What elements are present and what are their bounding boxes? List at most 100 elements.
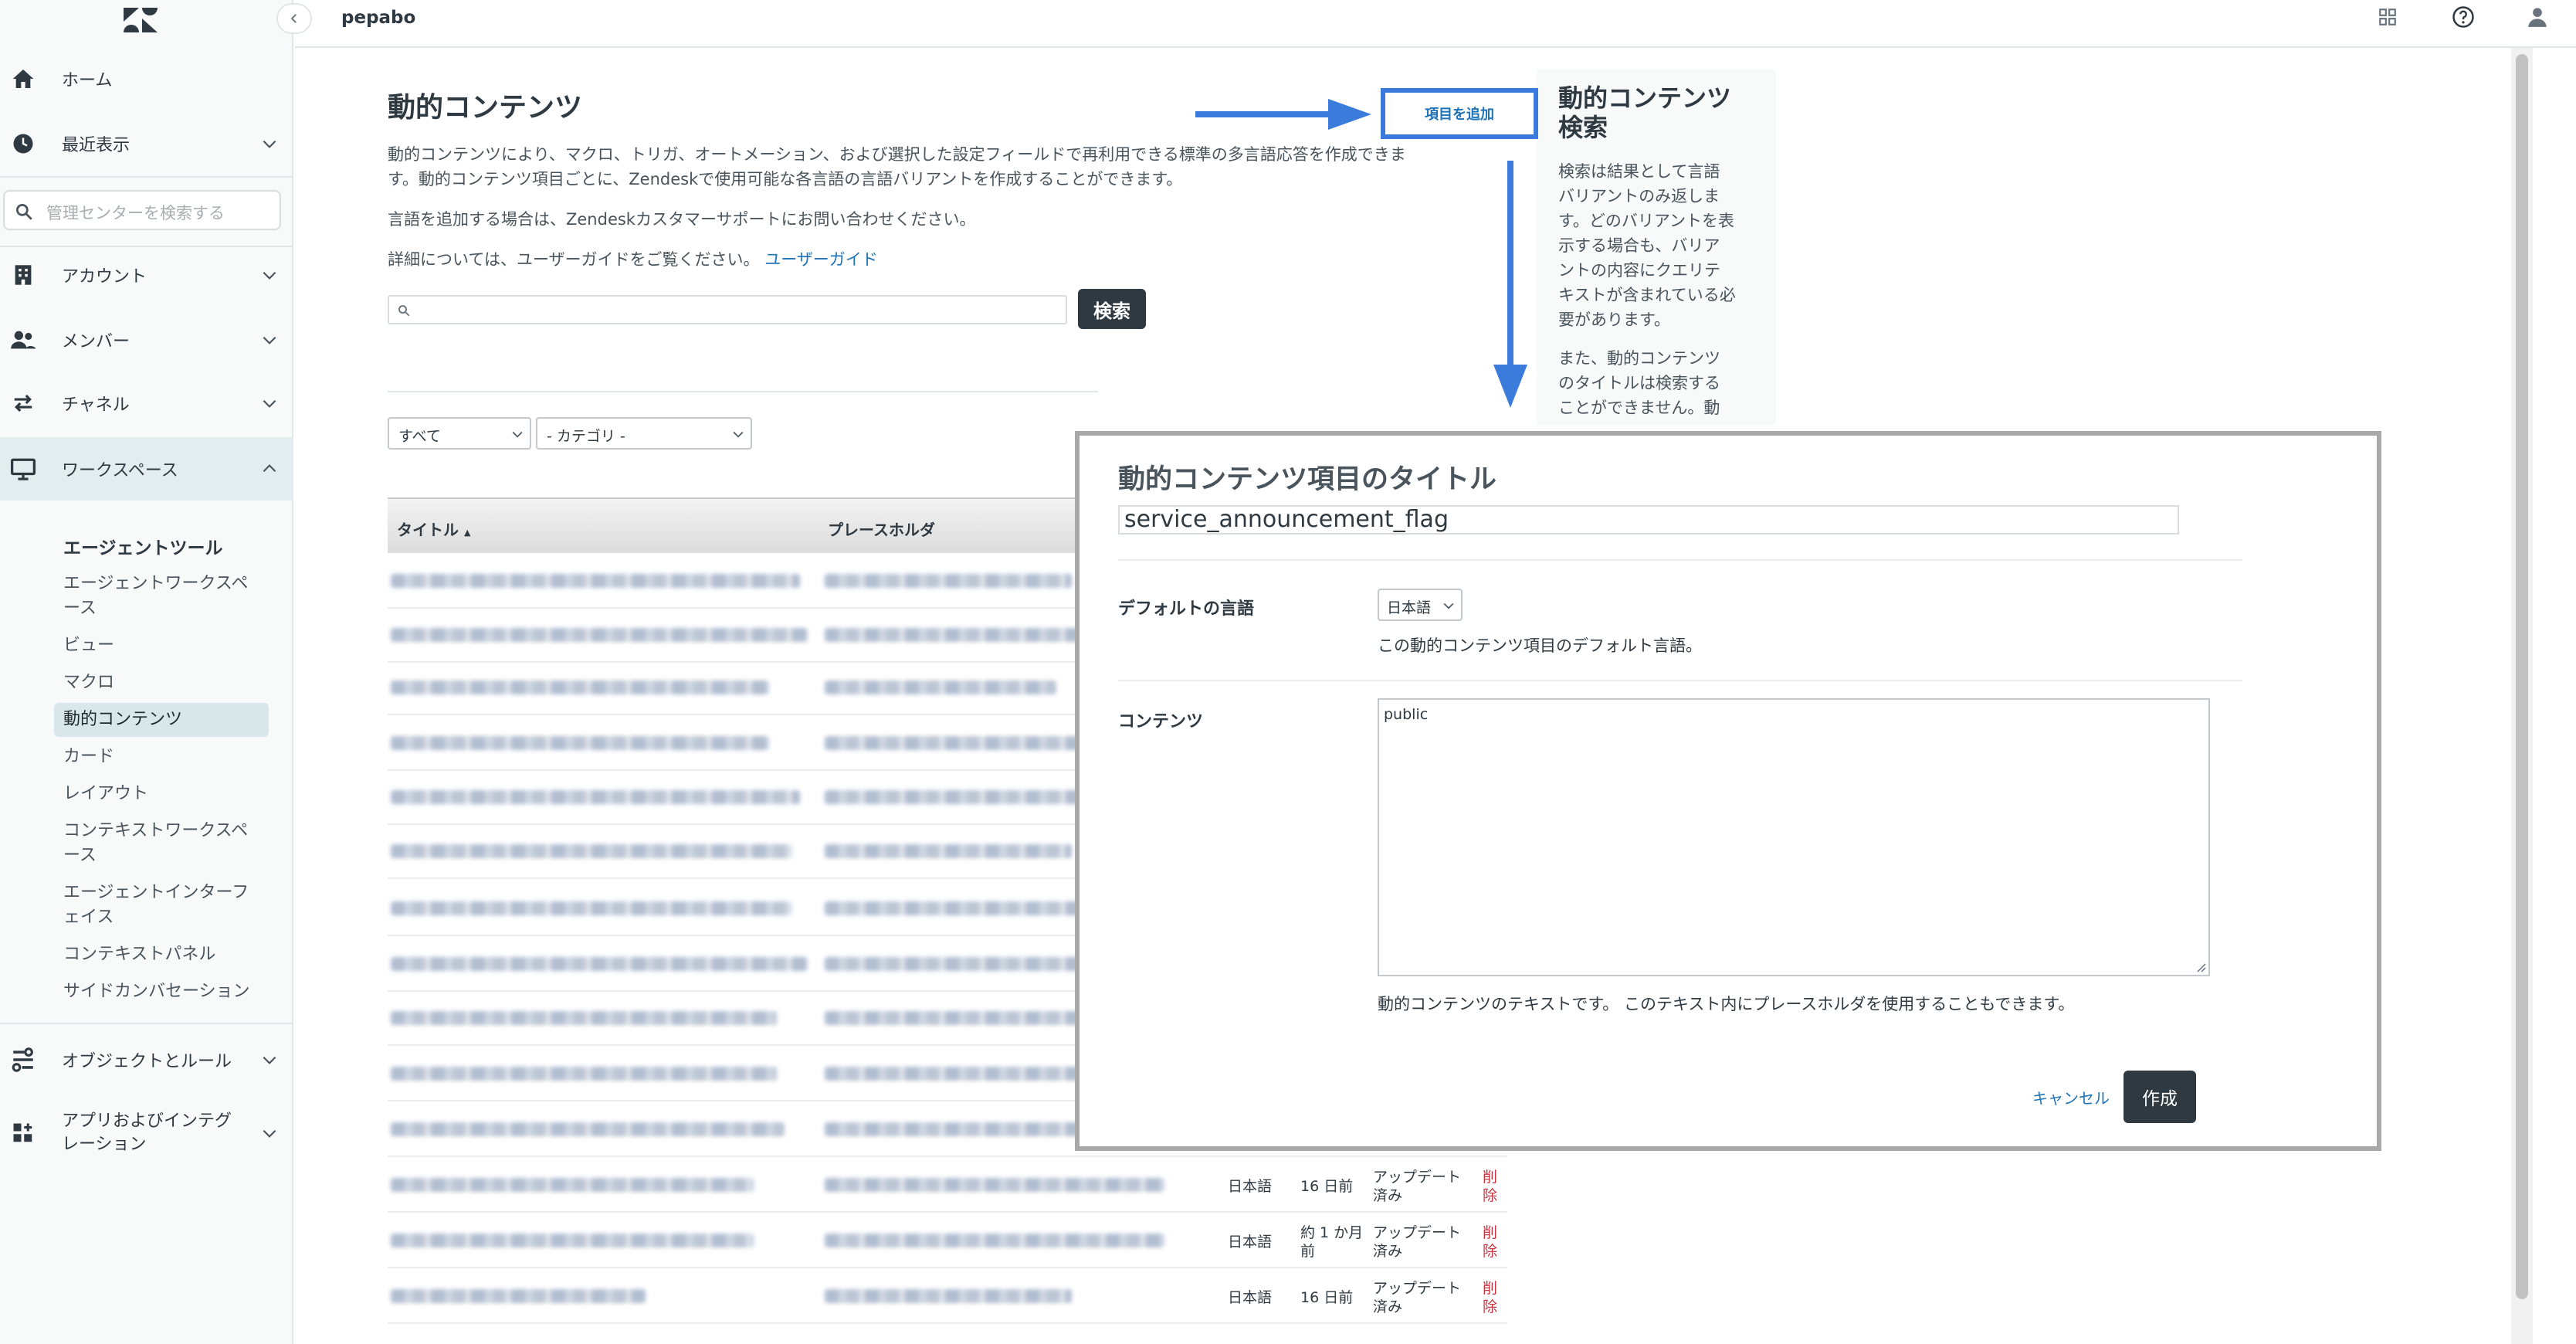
nav-members[interactable]: メンバー xyxy=(0,317,293,363)
redacted-placeholder-cell xyxy=(825,1011,1103,1025)
row-delete-link[interactable]: 削除 xyxy=(1483,1279,1497,1316)
scrollbar-thumb[interactable] xyxy=(2516,54,2528,1299)
redacted-title-cell[interactable] xyxy=(391,1289,646,1303)
redacted-placeholder-cell xyxy=(825,680,1056,694)
help-line: また、動的コンテンツ xyxy=(1558,349,1720,368)
subnav-item-agent-workspace[interactable]: エージェントワークスペ ース xyxy=(54,567,269,621)
help-title: 動的コンテンツ 検索 xyxy=(1558,83,1731,142)
row-updated: 約 1 か月前 xyxy=(1300,1224,1363,1261)
zendesk-logo-icon[interactable] xyxy=(120,5,162,36)
row-updated: 16 日前 xyxy=(1300,1178,1354,1195)
column-header-title[interactable]: タイトル ▲ xyxy=(397,518,470,540)
nav-account[interactable]: アカウント xyxy=(0,252,293,298)
resize-grip-icon[interactable] xyxy=(2195,961,2207,973)
cancel-button[interactable]: キャンセル xyxy=(2032,1086,2110,1108)
redacted-placeholder-cell xyxy=(825,844,1072,858)
content-textarea[interactable]: public xyxy=(1378,698,2210,976)
default-language-select[interactable]: 日本語 xyxy=(1378,589,1463,621)
redacted-placeholder-cell xyxy=(825,574,1072,588)
subnav-item-label: ース xyxy=(63,599,97,618)
redacted-title-cell[interactable] xyxy=(391,957,808,971)
nav-workspaces[interactable]: ワークスペース xyxy=(0,437,293,501)
subnav-item-views[interactable]: ビュー xyxy=(54,629,269,663)
help-line: ントの内容にクエリテ xyxy=(1558,261,1720,280)
redacted-title-cell[interactable] xyxy=(391,680,769,694)
redacted-title-cell[interactable] xyxy=(391,844,792,858)
user-avatar-icon[interactable] xyxy=(2523,3,2551,31)
row-delete-line: 除 xyxy=(1483,1298,1498,1315)
create-button[interactable]: 作成 xyxy=(2124,1071,2196,1123)
people-icon xyxy=(9,326,37,354)
default-language-label: デフォルトの言語 xyxy=(1118,599,1255,619)
search-button[interactable]: 検索 xyxy=(1078,289,1146,329)
default-language-hint: この動的コンテンツ項目のデフォルト言語。 xyxy=(1378,636,1702,655)
home-icon xyxy=(9,65,37,93)
subnav-item-layouts[interactable]: レイアウト xyxy=(54,777,269,811)
chevron-down-icon xyxy=(263,1056,276,1064)
help-line: のタイトルは検索する xyxy=(1558,374,1720,392)
language-note: 言語を追加する場合は、Zendeskカスタマーサポートにお問い合わせください。 xyxy=(388,210,976,229)
subnav-item-agent-interface[interactable]: エージェントインターフ ェイス xyxy=(54,876,269,935)
dynamic-content-search-input[interactable] xyxy=(388,295,1067,324)
help-icon[interactable] xyxy=(2449,3,2477,31)
page-scrollbar[interactable] xyxy=(2511,48,2533,1344)
row-delete-line: 除 xyxy=(1483,1187,1498,1204)
redacted-placeholder-cell xyxy=(825,628,1095,642)
subnav-item-contextual-workspaces[interactable]: コンテキストワークスペ ース xyxy=(54,814,269,873)
filter-category-select[interactable]: - カテゴリ - xyxy=(536,417,752,450)
dialog-divider xyxy=(1118,680,2242,681)
nav-objects-rules[interactable]: オブジェクトとルール xyxy=(0,1037,293,1083)
nav-workspaces-label: ワークスペース xyxy=(62,461,178,480)
redacted-placeholder-cell xyxy=(825,1178,1164,1192)
redacted-title-cell[interactable] xyxy=(391,901,792,915)
nav-members-label: メンバー xyxy=(62,332,130,351)
column-header-placeholder[interactable]: プレースホルダ xyxy=(828,518,935,540)
redacted-title-cell[interactable] xyxy=(391,736,769,750)
filter-category-value: - カテゴリ - xyxy=(547,428,625,445)
sidebar-divider xyxy=(0,246,293,247)
redacted-title-cell[interactable] xyxy=(391,574,800,588)
add-item-button-highlight[interactable]: 項目を追加 xyxy=(1381,88,1538,139)
filter-all-value: すべて xyxy=(398,428,441,445)
filter-all-select[interactable]: すべて xyxy=(388,417,531,450)
subnav-item-cards[interactable]: カード xyxy=(54,740,269,774)
column-title-label: タイトル xyxy=(397,521,459,539)
redacted-title-cell[interactable] xyxy=(391,790,800,804)
redacted-title-cell[interactable] xyxy=(391,1234,754,1247)
redacted-title-cell[interactable] xyxy=(391,1178,754,1192)
content-label: コンテンツ xyxy=(1118,712,1204,731)
subnav-item-label: ェイス xyxy=(63,908,114,927)
row-updated: 16 日前 xyxy=(1300,1289,1354,1306)
nav-home[interactable]: ホーム xyxy=(0,56,293,102)
subnav-item-side-conversations[interactable]: サイドカンバセーション xyxy=(54,975,269,1009)
guide-prefix: 詳細については、ユーザーガイドをご覧ください。 xyxy=(388,250,760,269)
collapse-sidebar-button[interactable] xyxy=(276,3,312,34)
redacted-title-cell[interactable] xyxy=(391,1067,777,1081)
nav-objects-rules-label: オブジェクトとルール xyxy=(62,1052,232,1071)
products-grid-icon[interactable] xyxy=(2374,3,2401,31)
subnav-item-dynamic-content[interactable]: 動的コンテンツ xyxy=(54,703,269,737)
admin-search-placeholder: 管理センターを検索する xyxy=(46,204,225,222)
add-item-button[interactable]: 項目を追加 xyxy=(1425,104,1494,124)
redacted-title-cell[interactable] xyxy=(391,628,808,642)
table-row-divider xyxy=(388,1322,1507,1324)
clock-icon xyxy=(9,130,37,158)
subnav-item-macros[interactable]: マクロ xyxy=(54,666,269,700)
section-divider xyxy=(388,391,1098,392)
row-status-line: 済み xyxy=(1373,1298,1403,1315)
admin-search-input[interactable]: 管理センターを検索する xyxy=(3,190,281,230)
nav-recent[interactable]: 最近表示 xyxy=(0,120,293,167)
user-guide-link[interactable]: ユーザーガイド xyxy=(764,250,878,269)
nav-channels[interactable]: チャネル xyxy=(0,380,293,426)
subnav-item-context-panel[interactable]: コンテキストパネル xyxy=(54,938,269,972)
row-delete-link[interactable]: 削除 xyxy=(1483,1224,1497,1261)
row-delete-link[interactable]: 削除 xyxy=(1483,1168,1497,1205)
new-dynamic-content-dialog: 動的コンテンツ項目のタイトル service_announcement_flag… xyxy=(1075,431,2381,1151)
redacted-title-cell[interactable] xyxy=(391,1122,785,1136)
nav-apps-integrations[interactable]: アプリおよびインテグ レーション xyxy=(0,1103,293,1163)
row-status-line: アップデート xyxy=(1373,1280,1462,1297)
search-icon xyxy=(398,305,410,317)
redacted-title-cell[interactable] xyxy=(391,1011,777,1025)
row-delete-line: 削 xyxy=(1483,1169,1498,1186)
content-title-input[interactable]: service_announcement_flag xyxy=(1118,505,2179,535)
